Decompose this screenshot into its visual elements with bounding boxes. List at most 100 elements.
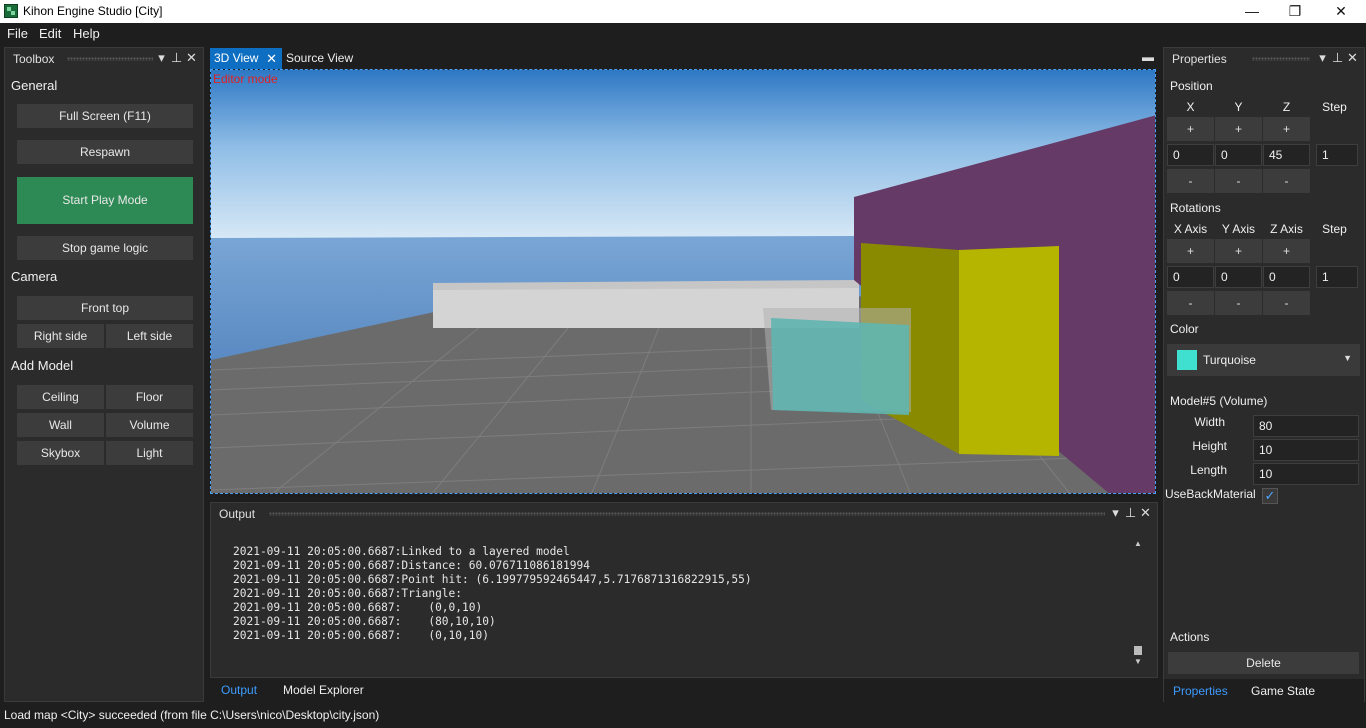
output-tabs: Output Model Explorer xyxy=(210,678,1158,702)
minimize-icon[interactable]: — xyxy=(1229,0,1275,23)
add-model-label: Add Model xyxy=(11,358,74,373)
pin-icon[interactable]: ⊥ xyxy=(1330,50,1345,66)
tab-model-explorer[interactable]: Model Explorer xyxy=(283,683,364,697)
pin-icon[interactable]: ⊥ xyxy=(1123,505,1138,521)
left-side-button[interactable]: Left side xyxy=(105,323,194,349)
scroll-thumb[interactable] xyxy=(1134,646,1142,655)
add-floor-button[interactable]: Floor xyxy=(105,384,194,410)
add-skybox-button[interactable]: Skybox xyxy=(16,440,105,466)
menu-bar: File Edit Help xyxy=(0,23,1366,43)
rotation-z-input[interactable]: 0 xyxy=(1263,266,1310,288)
rotation-y-minus-button[interactable]: - xyxy=(1215,291,1262,315)
menu-help[interactable]: Help xyxy=(73,26,100,41)
position-z-input[interactable]: 45 xyxy=(1263,144,1310,166)
rotation-y-input[interactable]: 0 xyxy=(1215,266,1262,288)
tab-source-view[interactable]: Source View xyxy=(282,48,372,69)
properties-panel: Properties ▾ ⊥ ✕ Position X Y Z Step + + +… xyxy=(1163,47,1365,703)
right-side-button[interactable]: Right side xyxy=(16,323,105,349)
color-label: Color xyxy=(1170,322,1199,336)
position-step-header: Step xyxy=(1322,100,1347,114)
rotation-step-header: Step xyxy=(1322,222,1347,236)
tab-3d-view[interactable]: 3D View ✕ xyxy=(210,48,282,69)
camera-label: Camera xyxy=(11,269,58,284)
position-x-plus-button[interactable]: + xyxy=(1167,117,1214,141)
yellow-block-front xyxy=(959,246,1059,456)
width-input[interactable]: 80 xyxy=(1253,415,1359,437)
stop-game-logic-button[interactable]: Stop game logic xyxy=(16,235,194,261)
output-header: Output ▾ ⊥ ✕ xyxy=(211,503,1157,525)
chevron-down-icon: ▼ xyxy=(1343,353,1352,363)
length-label: Length xyxy=(1190,463,1227,477)
restore-icon[interactable]: ❐ xyxy=(1272,0,1318,23)
rotation-z-plus-button[interactable]: + xyxy=(1263,239,1310,263)
position-step-input[interactable]: 1 xyxy=(1316,144,1358,166)
properties-title: Properties xyxy=(1172,52,1227,66)
position-y-minus-button[interactable]: - xyxy=(1215,169,1262,193)
menu-file[interactable]: File xyxy=(7,26,28,41)
respawn-button[interactable]: Respawn xyxy=(16,139,194,165)
log-line: 2021-09-11 20:05:00.6687:Triangle: xyxy=(233,587,463,600)
window-title: Kihon Engine Studio [City] xyxy=(23,4,163,18)
scroll-down-icon[interactable]: ▼ xyxy=(1133,657,1143,666)
position-z-plus-button[interactable]: + xyxy=(1263,117,1310,141)
color-value: Turquoise xyxy=(1203,353,1256,367)
app-icon xyxy=(4,4,18,18)
color-dropdown[interactable]: Turquoise ▼ xyxy=(1167,344,1360,376)
actions-label: Actions xyxy=(1170,630,1210,644)
menu-edit[interactable]: Edit xyxy=(39,26,61,41)
output-scrollbar[interactable]: ▲ ▼ xyxy=(1133,539,1143,666)
front-top-button[interactable]: Front top xyxy=(16,295,194,321)
log-line: 2021-09-11 20:05:00.6687: (80,10,10) xyxy=(233,615,496,628)
full-screen-button[interactable]: Full Screen (F11) xyxy=(16,103,194,129)
rotation-x-input[interactable]: 0 xyxy=(1167,266,1214,288)
general-label: General xyxy=(11,78,58,93)
delete-button[interactable]: Delete xyxy=(1167,651,1360,675)
add-wall-button[interactable]: Wall xyxy=(16,412,105,438)
tab-game-state[interactable]: Game State xyxy=(1251,684,1315,698)
height-input[interactable]: 10 xyxy=(1253,439,1359,461)
properties-tabs: Properties Game State xyxy=(1164,679,1364,703)
3d-viewport[interactable]: Editor mode xyxy=(210,69,1156,494)
position-label: Position xyxy=(1170,79,1213,93)
close-panel-icon[interactable]: ✕ xyxy=(1138,505,1153,521)
log-line: 2021-09-11 20:05:00.6687:Linked to a lay… xyxy=(233,545,570,558)
position-x-minus-button[interactable]: - xyxy=(1167,169,1214,193)
rotation-z-minus-button[interactable]: - xyxy=(1263,291,1310,315)
position-y-plus-button[interactable]: + xyxy=(1215,117,1262,141)
drag-grip-icon[interactable] xyxy=(1252,57,1310,61)
position-y-input[interactable]: 0 xyxy=(1215,144,1262,166)
rotation-x-plus-button[interactable]: + xyxy=(1167,239,1214,263)
position-x-input[interactable]: 0 xyxy=(1167,144,1214,166)
close-panel-icon[interactable]: ✕ xyxy=(1345,50,1360,66)
rotation-z-header: Z Axis xyxy=(1270,222,1303,236)
close-panel-icon[interactable]: ✕ xyxy=(184,50,199,66)
rotation-y-plus-button[interactable]: + xyxy=(1215,239,1262,263)
rotation-x-minus-button[interactable]: - xyxy=(1167,291,1214,315)
tab-overflow-icon[interactable]: ▬ xyxy=(1142,50,1154,64)
tab-output[interactable]: Output xyxy=(221,683,257,697)
position-z-minus-button[interactable]: - xyxy=(1263,169,1310,193)
width-label: Width xyxy=(1194,415,1225,429)
rotation-step-input[interactable]: 1 xyxy=(1316,266,1358,288)
output-console[interactable]: 2021-09-11 20:05:00.6687:Linked to a lay… xyxy=(233,545,752,643)
dropdown-icon[interactable]: ▾ xyxy=(1315,50,1330,66)
add-volume-button[interactable]: Volume xyxy=(105,412,194,438)
use-back-material-checkbox[interactable]: ✓ xyxy=(1262,488,1278,504)
dropdown-icon[interactable]: ▾ xyxy=(1108,505,1123,521)
pin-icon[interactable]: ⊥ xyxy=(169,50,184,66)
rotation-x-header: X Axis xyxy=(1173,222,1208,236)
dropdown-icon[interactable]: ▾ xyxy=(154,50,169,66)
tab-properties[interactable]: Properties xyxy=(1173,684,1228,698)
length-input[interactable]: 10 xyxy=(1253,463,1359,485)
start-play-mode-button[interactable]: Start Play Mode xyxy=(16,176,194,225)
drag-grip-icon[interactable] xyxy=(67,57,153,61)
close-tab-icon[interactable]: ✕ xyxy=(266,48,277,69)
model-label: Model#5 (Volume) xyxy=(1170,394,1268,408)
add-light-button[interactable]: Light xyxy=(105,440,194,466)
scroll-up-icon[interactable]: ▲ xyxy=(1133,539,1143,548)
scene-render xyxy=(211,70,1155,493)
status-text: Load map <City> succeeded (from file C:\… xyxy=(4,708,380,722)
close-icon[interactable]: ✕ xyxy=(1318,0,1364,23)
drag-grip-icon[interactable] xyxy=(269,512,1105,516)
add-ceiling-button[interactable]: Ceiling xyxy=(16,384,105,410)
